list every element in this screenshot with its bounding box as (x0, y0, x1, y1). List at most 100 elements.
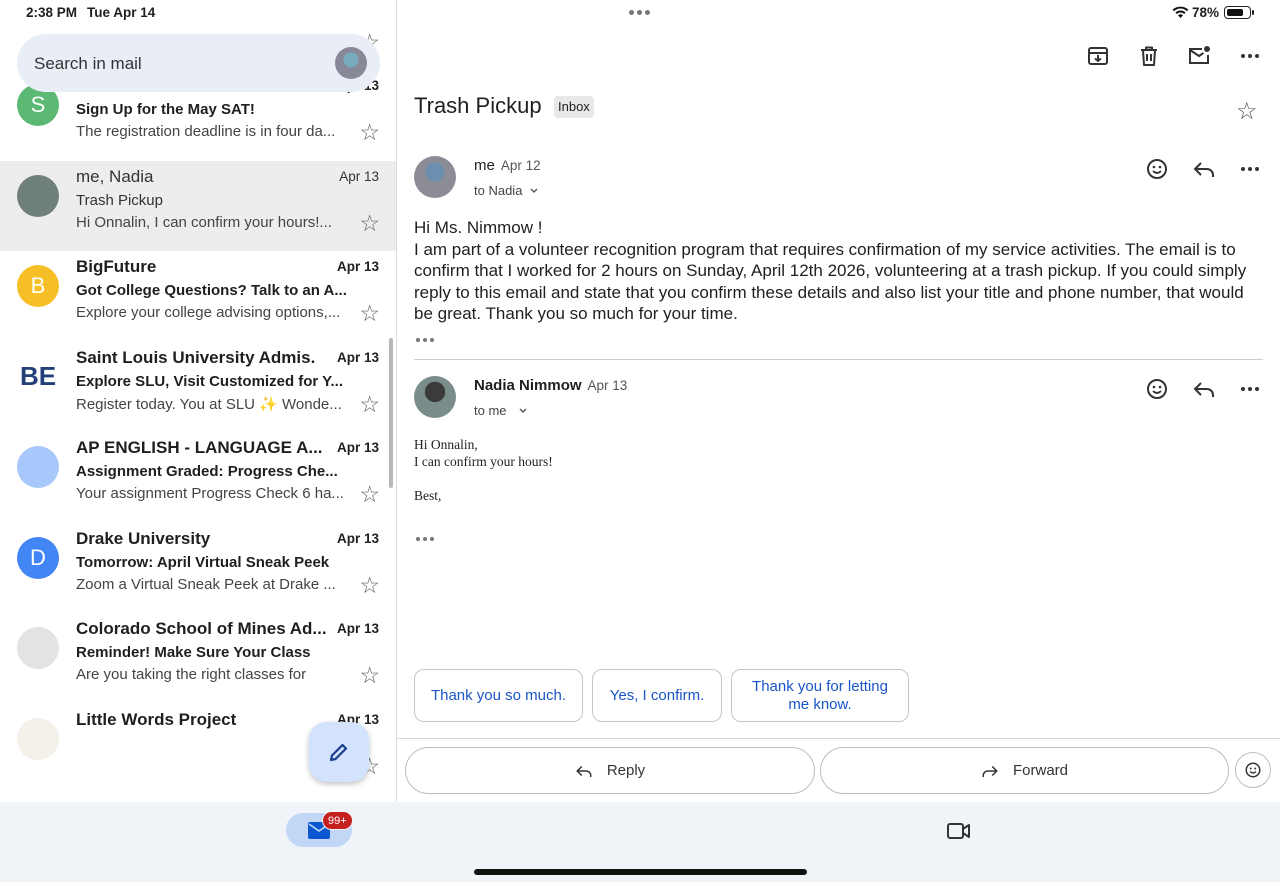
compose-button[interactable] (309, 722, 369, 782)
star-icon[interactable]: ☆ (359, 302, 380, 325)
message-body: Hi Ms. Nimmow ! I am part of a volunteer… (414, 217, 1259, 325)
sender-avatar[interactable] (17, 174, 59, 217)
smart-reply-chip[interactable]: Thank you so much. (414, 669, 583, 722)
reply-icon (576, 765, 592, 777)
list-item[interactable]: AP ENGLISH - LANGUAGE A... Apr 13 Assignme… (0, 432, 396, 522)
battery-percent: 78% (1192, 5, 1220, 20)
multitasking-dots-icon[interactable] (629, 10, 650, 15)
message-header[interactable]: me Apr 12 (474, 157, 541, 174)
search-bar[interactable]: Search in mail (17, 34, 380, 92)
recipients-toggle[interactable]: to me (474, 403, 528, 418)
list-scrollbar[interactable] (389, 338, 393, 488)
sender-avatar[interactable]: BE (17, 355, 59, 398)
star-icon[interactable]: ☆ (359, 392, 380, 416)
star-icon[interactable]: ☆ (359, 211, 380, 235)
smiley-icon (1245, 762, 1261, 778)
sender-avatar[interactable]: B (17, 265, 59, 307)
list-item[interactable]: B BigFuture Apr 13 Got College Questions? T… (0, 251, 396, 341)
snippet-text: Explore your college advising options,..… (76, 304, 341, 321)
forward-button[interactable]: Forward (820, 747, 1229, 794)
sender-name: AP ENGLISH - LANGUAGE A... (76, 438, 323, 457)
reply-button[interactable]: Reply (405, 747, 815, 794)
message-date: Apr 13 (336, 259, 379, 274)
subject-line: Tomorrow: April Virtual Sneak Peek (76, 553, 330, 571)
message-date: Apr 13 (336, 621, 379, 636)
battery-icon (1224, 6, 1254, 19)
list-item[interactable]: me, Nadia Apr 13 Trash Pickup Hi Onnalin, I… (0, 160, 396, 251)
home-indicator[interactable] (474, 869, 807, 875)
search-placeholder[interactable]: Search in mail (34, 54, 142, 74)
wifi-icon (1172, 6, 1189, 18)
snippet-text: Are you taking the right classes for (76, 666, 307, 683)
message-more-icon[interactable] (1238, 377, 1262, 401)
star-icon[interactable]: ☆ (359, 573, 380, 597)
message-date: Apr 13 (336, 530, 379, 546)
list-item[interactable]: BE Saint Louis University Admis. Apr 13 Exp… (0, 342, 396, 432)
chevron-down-icon (519, 408, 527, 413)
message-more-icon[interactable] (1238, 157, 1262, 181)
show-trimmed-content-icon[interactable] (416, 338, 434, 342)
message-body: Hi Onnalin, I can confirm your hours! Be… (414, 436, 553, 504)
sender-name: Drake University (76, 528, 211, 548)
star-icon[interactable]: ☆ (359, 483, 380, 506)
mark-unread-icon[interactable] (1187, 44, 1211, 68)
body-line: I can confirm your hours! (414, 454, 553, 469)
pane-divider (396, 0, 397, 802)
smart-reply-chip[interactable]: Thank you for letting me know. (731, 669, 909, 722)
subject-line: Reminder! Make Sure Your Class (76, 644, 311, 661)
snippet-text: Your assignment Progress Check 6 ha... (76, 485, 344, 502)
message-list-pane: Sewanee's Pre-College ProgramsThere's st… (0, 26, 396, 802)
message-date: Apr 13 (336, 349, 379, 365)
emoji-react-button[interactable] (1235, 752, 1271, 788)
snippet-text: Hi Onnalin, I can confirm your hours!... (76, 213, 332, 231)
sender-name: Nadia Nimmow (474, 377, 582, 394)
sender-avatar[interactable] (17, 446, 59, 488)
sender-avatar[interactable]: D (17, 536, 59, 579)
inbox-label[interactable]: Inbox (554, 96, 594, 118)
sender-name: BigFuture (76, 257, 157, 276)
forward-label: Forward (1012, 762, 1068, 779)
sender-name: Little Words Project (76, 709, 237, 729)
sender-avatar[interactable] (414, 156, 456, 198)
show-trimmed-content-icon[interactable] (416, 537, 434, 541)
list-item[interactable]: Colorado School of Mines Ad... Apr 13 Remi… (0, 613, 396, 703)
subject-line: Assignment Graded: Progress Che... (76, 463, 338, 480)
body-paragraph: I am part of a volunteer recognition pro… (414, 239, 1247, 324)
emoji-reaction-icon[interactable] (1145, 377, 1169, 401)
archive-icon[interactable] (1086, 44, 1110, 68)
recipients-toggle[interactable]: to Nadia (474, 183, 539, 198)
meet-video-icon[interactable] (947, 822, 971, 840)
smart-reply-chip[interactable]: Yes, I confirm. (592, 669, 722, 722)
subject-line: Sign Up for the May SAT! (76, 101, 255, 118)
sender-avatar[interactable] (17, 627, 59, 669)
greeting-line: Hi Onnalin, (414, 437, 478, 452)
sender-name: Saint Louis University Admis. (76, 347, 316, 367)
star-icon[interactable]: ☆ (359, 664, 380, 687)
star-icon[interactable]: ☆ (1236, 100, 1258, 124)
sender-avatar[interactable] (414, 376, 456, 418)
reply-icon[interactable] (1192, 377, 1216, 401)
reply-icon[interactable] (1192, 157, 1216, 181)
subject-line: Explore SLU, Visit Customized for Y... (76, 372, 344, 390)
subject-line: Trash Pickup (76, 191, 163, 209)
snippet-text: Register today. You at SLU ✨ Wonde... (76, 395, 342, 413)
snippet-text: Zoom a Virtual Sneak Peek at Drake ... (76, 575, 336, 593)
recipients-text: to me (474, 403, 507, 418)
snippet-text: The registration deadline is in four da.… (76, 123, 336, 140)
message-header[interactable]: Nadia Nimmow Apr 13 (474, 377, 627, 394)
list-item[interactable]: D Drake University Apr 13 Tomorrow: April V… (0, 523, 396, 613)
star-icon[interactable]: ☆ (359, 121, 380, 144)
status-bar: 2:38 PM Tue Apr 14 78% (0, 0, 1280, 26)
more-options-icon[interactable] (1238, 44, 1262, 68)
delete-icon[interactable] (1137, 44, 1161, 68)
recipients-text: to Nadia (474, 183, 523, 198)
message-date: Apr 13 (339, 168, 379, 184)
forward-icon (982, 765, 998, 777)
sender-name: me, Nadia (76, 166, 154, 186)
emoji-reaction-icon[interactable] (1145, 157, 1169, 181)
status-time: 2:38 PM (26, 5, 78, 20)
sender-avatar[interactable] (17, 717, 59, 760)
account-avatar[interactable] (335, 47, 367, 79)
action-bar-separator (397, 738, 1280, 739)
message-date: Apr 13 (587, 378, 628, 393)
